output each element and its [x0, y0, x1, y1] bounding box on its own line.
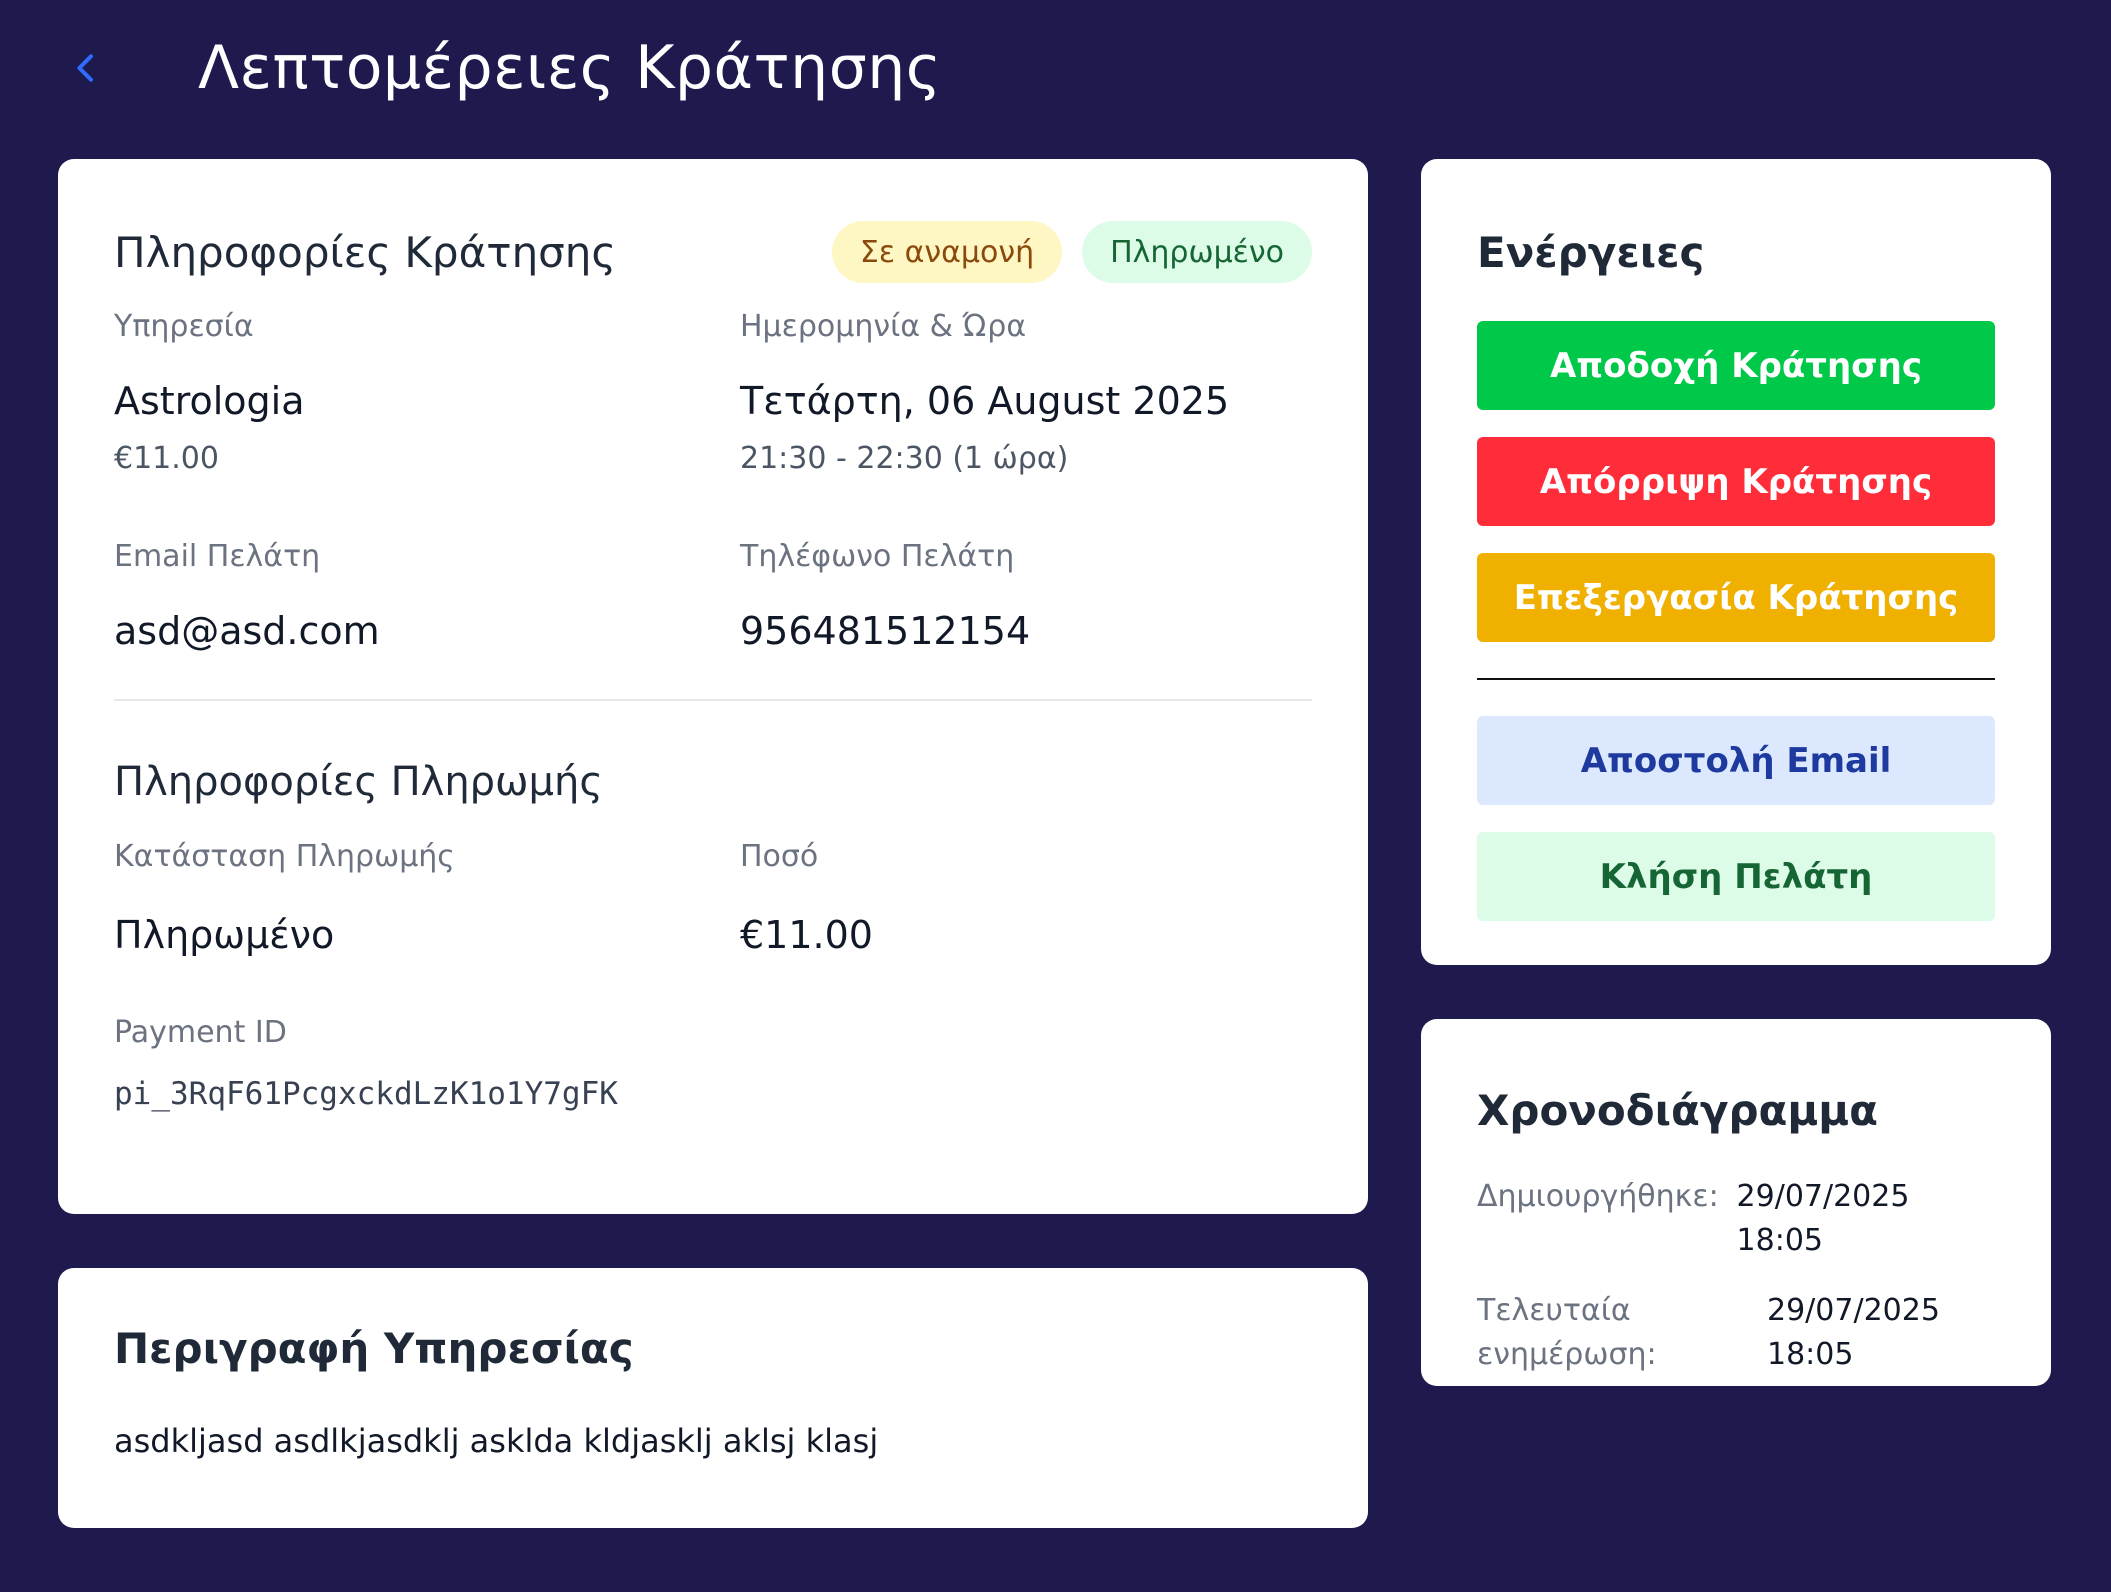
page-title: Λεπτομέρειες Κράτησης	[198, 33, 942, 103]
service-field: Υπηρεσία Astrologia €11.00	[114, 309, 740, 539]
payment-info-title: Πληροφορίες Πληρωμής	[114, 759, 603, 805]
amount-field: Ποσό €11.00	[740, 839, 1310, 1015]
timeline-created-row: Δημιουργήθηκε: 29/07/2025 18:05	[1477, 1175, 1995, 1263]
timeline-updated-row: Τελευταία ενημέρωση: 29/07/2025 18:05	[1477, 1289, 1995, 1377]
booking-main-fields: Υπηρεσία Astrologia €11.00 Ημερομηνία & …	[114, 309, 1312, 539]
datetime-range: 21:30 - 22:30 (1 ώρα)	[740, 441, 1069, 476]
back-button[interactable]	[58, 40, 114, 96]
booking-info-header: Πληροφορίες Κράτησης Σε αναμονή Πληρωμέν…	[114, 215, 1312, 289]
actions-title: Ενέργειες	[1477, 227, 1705, 277]
created-value: 29/07/2025 18:05	[1736, 1179, 1910, 1258]
payment-status-field: Κατάσταση Πληρωμής Πληρωμένο	[114, 839, 740, 1015]
timeline-title: Χρονοδιάγραμμα	[1477, 1085, 1879, 1135]
payment-id-value: pi_3RqF61PcgxckdLzK1o1Y7gFK	[114, 1076, 618, 1112]
page-header: Λεπτομέρειες Κράτησης	[58, 28, 941, 108]
email-label: Email Πελάτη	[114, 539, 321, 574]
payment-status-label: Κατάσταση Πληρωμής	[114, 839, 455, 874]
payment-fields: Κατάσταση Πληρωμής Πληρωμένο Ποσό €11.00	[114, 839, 1312, 1015]
email-value[interactable]: asd@asd.com	[114, 609, 740, 653]
updated-value: 29/07/2025 18:05	[1767, 1289, 1940, 1377]
service-value: Astrologia	[114, 379, 305, 423]
service-price: €11.00	[114, 441, 219, 476]
amount-value: €11.00	[740, 913, 873, 957]
phone-value[interactable]: 956481512154	[740, 609, 1310, 653]
updated-label-line-1: Τελευταία	[1477, 1293, 1631, 1328]
service-description-card: Περιγραφή Υπηρεσίας asdkljasd asdlkjasdk…	[58, 1268, 1368, 1528]
edit-booking-button[interactable]: Επεξεργασία Κράτησης	[1477, 553, 1995, 642]
timeline-card: Χρονοδιάγραμμα Δημιουργήθηκε: 29/07/2025…	[1421, 1019, 2051, 1386]
reject-booking-button[interactable]: Απόρριψη Κράτησης	[1477, 437, 1995, 526]
customer-contact-fields: Email Πελάτη asd@asd.com Τηλέφωνο Πελάτη…	[114, 539, 1312, 699]
created-label: Δημιουργήθηκε:	[1477, 1179, 1719, 1214]
email-field: Email Πελάτη asd@asd.com	[114, 539, 740, 699]
updated-label: Τελευταία ενημέρωση:	[1477, 1289, 1767, 1377]
accept-booking-button[interactable]: Αποδοχή Κράτησης	[1477, 321, 1995, 410]
payment-id-field: Payment ID pi_3RqF61PcgxckdLzK1o1Y7gFK	[114, 1015, 1312, 1112]
status-badge-paid: Πληρωμένο	[1082, 221, 1312, 283]
actions-divider	[1477, 678, 1995, 680]
datetime-label: Ημερομηνία & Ώρα	[740, 309, 1027, 344]
status-badge-pending: Σε αναμονή	[831, 221, 1063, 283]
section-divider	[114, 699, 1312, 701]
call-customer-button[interactable]: Κλήση Πελάτη	[1477, 832, 1995, 921]
datetime-field: Ημερομηνία & Ώρα Τετάρτη, 06 August 2025…	[740, 309, 1310, 539]
description-title: Περιγραφή Υπηρεσίας	[114, 1324, 634, 1373]
send-email-button[interactable]: Αποστολή Email	[1477, 716, 1995, 805]
updated-label-line-2: ενημέρωση:	[1477, 1337, 1657, 1372]
phone-field: Τηλέφωνο Πελάτη 956481512154	[740, 539, 1310, 699]
description-text: asdkljasd asdlkjasdklj asklda kldjasklj …	[114, 1422, 879, 1460]
amount-label: Ποσό	[740, 839, 819, 874]
payment-id-label: Payment ID	[114, 1015, 287, 1050]
actions-card: Ενέργειες Αποδοχή Κράτησης Απόρριψη Κράτ…	[1421, 159, 2051, 965]
datetime-value: Τετάρτη, 06 August 2025	[740, 379, 1230, 423]
updated-value-line-1: 29/07/2025	[1767, 1293, 1940, 1328]
booking-info-title: Πληροφορίες Κράτησης	[114, 227, 617, 277]
phone-label: Τηλέφωνο Πελάτη	[740, 539, 1015, 574]
payment-status-value: Πληρωμένο	[114, 913, 335, 957]
updated-value-line-2: 18:05	[1767, 1337, 1854, 1372]
booking-info-card: Πληροφορίες Κράτησης Σε αναμονή Πληρωμέν…	[58, 159, 1368, 1214]
booking-details-page: Λεπτομέρειες Κράτησης Πληροφορίες Κράτησ…	[0, 0, 2111, 1592]
chevron-left-icon	[77, 54, 93, 82]
status-badges: Σε αναμονή Πληρωμένο	[831, 221, 1312, 283]
service-label: Υπηρεσία	[114, 309, 254, 344]
